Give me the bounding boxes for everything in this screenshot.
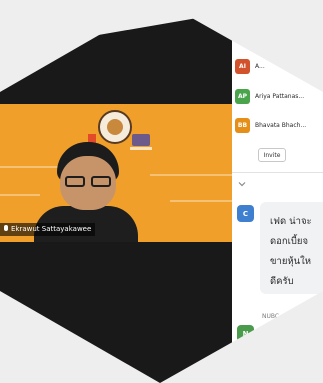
hexagon-photo-mask — [0, 0, 323, 383]
screenshot-frame: Ekrawut Sattayakawee AI A... AP Ariya Pa… — [0, 0, 323, 383]
